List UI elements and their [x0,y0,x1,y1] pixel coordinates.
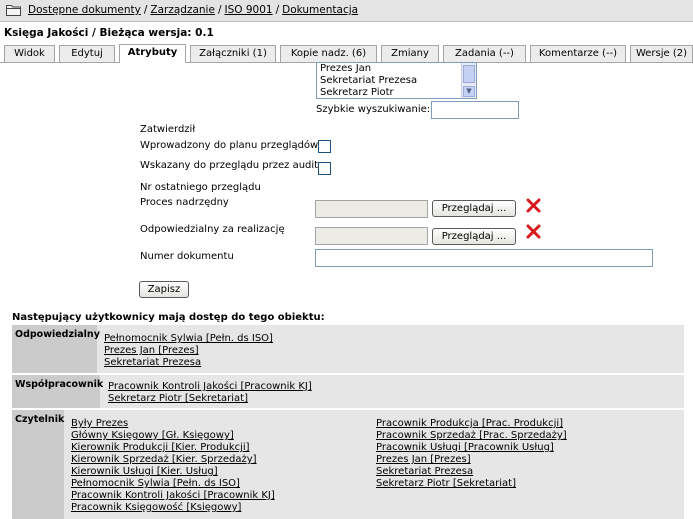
listbox-scrollbar[interactable]: ▼ [461,63,476,98]
tab-changes[interactable]: Zmiany [381,45,439,62]
reader-member[interactable]: Prezes Jan [Prezes] [376,454,471,465]
tab-edit[interactable]: Edytuj [59,45,115,62]
collaborator-member[interactable]: Sekretarz Piotr [Sekretariat] [108,393,248,404]
tab-controlled-copies[interactable]: Kopie nadz. (6) [280,45,377,62]
document-number-label: Numer dokumentu [140,251,234,262]
tab-tasks[interactable]: Zadania (--) [443,45,526,62]
tab-versions[interactable]: Wersje (2) [630,45,693,62]
responsible-member[interactable]: Prezes Jan [Prezes] [104,345,199,356]
tab-view[interactable]: Widok [4,45,55,62]
breadcrumb-item-available-docs[interactable]: Dostępne dokumenty [28,4,141,16]
audit-review-checkbox[interactable] [318,162,331,175]
breadcrumb-bar: Dostępne dokumenty / Zarządzanie / ISO 9001/… [0,0,693,22]
breadcrumb-item-iso[interactable]: ISO 9001 [225,4,273,16]
listbox-option[interactable]: Sekretariat Prezesa [317,75,476,87]
audit-review-label: Wskazany do przeglądu przez audit [140,160,319,171]
reader-member[interactable]: Pracownik Usługi [Pracownik Usług] [376,442,554,453]
quick-search-input[interactable] [431,101,519,119]
collaborator-member[interactable]: Pracownik Kontroli Jakości [Pracownik KJ… [108,381,312,392]
reader-member[interactable]: Były Prezes [71,418,128,429]
breadcrumb-item-management[interactable]: Zarządzanie [150,4,215,16]
reader-member[interactable]: Sekretariat Prezesa [376,466,473,477]
reader-member[interactable]: Pracownik Księgowość [Księgowy] [71,502,241,513]
responsible-label: Odpowiedzialny za realizację [140,224,285,235]
save-button[interactable]: Zapisz [139,281,189,298]
user-listbox[interactable]: Prezes Jan Sekretariat Prezesa Sekretarz… [316,62,477,99]
reader-member[interactable]: Główny Księgowy [Gł. Księgowy] [71,430,234,441]
reader-member[interactable]: Pracownik Sprzedaż [Prac. Sprzedaży] [376,430,567,441]
reader-member[interactable]: Kierownik Usługi [Kier. Usług] [71,466,218,477]
listbox-option[interactable]: Prezes Jan [317,63,476,75]
responsible-group: Odpowiedzialny Pełnomocnik Sylwia [Pełn.… [12,325,684,373]
clear-parent-process-icon[interactable] [526,198,541,213]
parent-process-label: Proces nadrzędny [140,197,229,208]
review-plan-checkbox[interactable] [318,140,331,153]
reader-member[interactable]: Pracownik Kontroli Jakości [Pracownik KJ… [71,490,275,501]
reader-member[interactable]: Kierownik Produkcji [Kier. Produkcji] [71,442,250,453]
folder-icon [6,5,21,16]
access-heading: Następujący użytkownicy mają dostęp do t… [12,312,325,323]
responsible-field [315,227,428,245]
review-plan-label: Wprowadzony do planu przeglądów [140,140,319,151]
responsible-browse-button[interactable]: Przeglądaj ... [432,228,516,245]
document-number-input[interactable] [315,249,653,267]
responsible-member[interactable]: Sekretariat Prezesa [104,357,201,368]
breadcrumb: Dostępne dokumenty / Zarządzanie / ISO 9001/… [28,4,359,16]
tab-comments[interactable]: Komentarze (--) [530,45,626,62]
reader-member[interactable]: Pracownik Produkcja [Prac. Produkcji] [376,418,563,429]
reader-member[interactable]: Sekretarz Piotr [Sekretariat] [376,478,516,489]
collaborators-group: Współpracownik Pracownik Kontroli Jakośc… [12,375,684,408]
parent-process-browse-button[interactable]: Przeglądaj ... [432,200,516,217]
breadcrumb-item-documentation[interactable]: Dokumentacja [282,4,358,16]
responsible-member[interactable]: Pełnomocnik Sylwia [Pełn. ds ISO] [104,333,273,344]
reader-member[interactable]: Kierownik Sprzedaż [Kier. Sprzedaży] [71,454,257,465]
readers-group: Czytelnik Były Prezes Główny Księgowy [G… [12,410,684,519]
reader-member[interactable]: Pełnomocnik Sylwia [Pełn. ds ISO] [71,478,240,489]
clear-responsible-icon[interactable] [526,224,541,239]
collaborators-group-label: Współpracownik [12,375,103,408]
tab-attachments[interactable]: Załączniki (1) [190,45,276,62]
page-title: Księga Jakości / Bieżąca wersja: 0.1 [4,27,214,39]
scrollbar-thumb[interactable] [463,65,475,83]
document-title: Księga Jakości / Bieżąca wersja: [4,27,192,39]
listbox-option[interactable]: Sekretarz Piotr [317,87,476,98]
approved-by-label: Zatwierdził [140,124,196,135]
quick-search-label: Szybkie wyszukiwanie: [316,104,431,115]
readers-group-label: Czytelnik [12,410,64,519]
tab-attributes[interactable]: Atrybuty [119,44,186,63]
last-review-number-label: Nr ostatniego przeglądu [140,182,261,193]
scroll-down-arrow-icon[interactable]: ▼ [463,86,475,97]
parent-process-field [315,200,428,218]
responsible-group-label: Odpowiedzialny [12,325,100,373]
tab-bar: Widok Edytuj Atrybuty Załączniki (1) Kop… [4,44,693,63]
document-version: 0.1 [195,27,214,39]
